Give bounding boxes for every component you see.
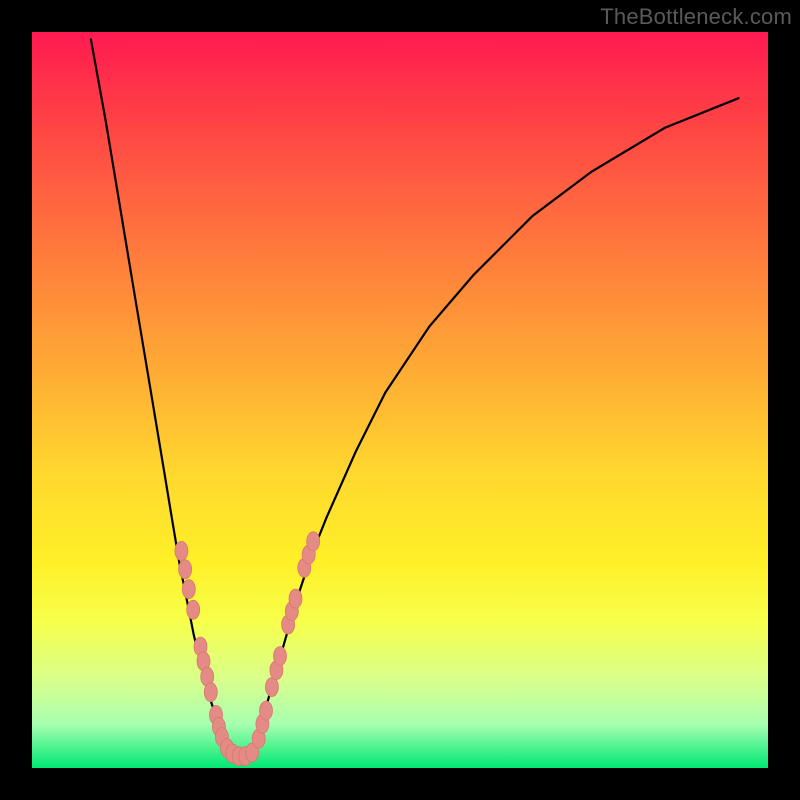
curve-marker — [182, 580, 195, 599]
bottleneck-curve — [91, 39, 739, 757]
curve-marker — [265, 678, 278, 697]
curve-marker — [260, 701, 273, 720]
curve-marker — [204, 683, 217, 702]
curve-marker — [274, 647, 287, 666]
watermark-text: TheBottleneck.com — [600, 4, 792, 30]
plot-area — [32, 32, 768, 768]
curve-marker — [289, 589, 302, 608]
curve-marker — [307, 532, 320, 551]
curve-marker — [179, 560, 192, 579]
marker-group — [175, 532, 320, 766]
chart-frame: TheBottleneck.com — [0, 0, 800, 800]
curve-marker — [175, 541, 188, 560]
curve-layer — [32, 32, 768, 768]
curve-marker — [187, 600, 200, 619]
